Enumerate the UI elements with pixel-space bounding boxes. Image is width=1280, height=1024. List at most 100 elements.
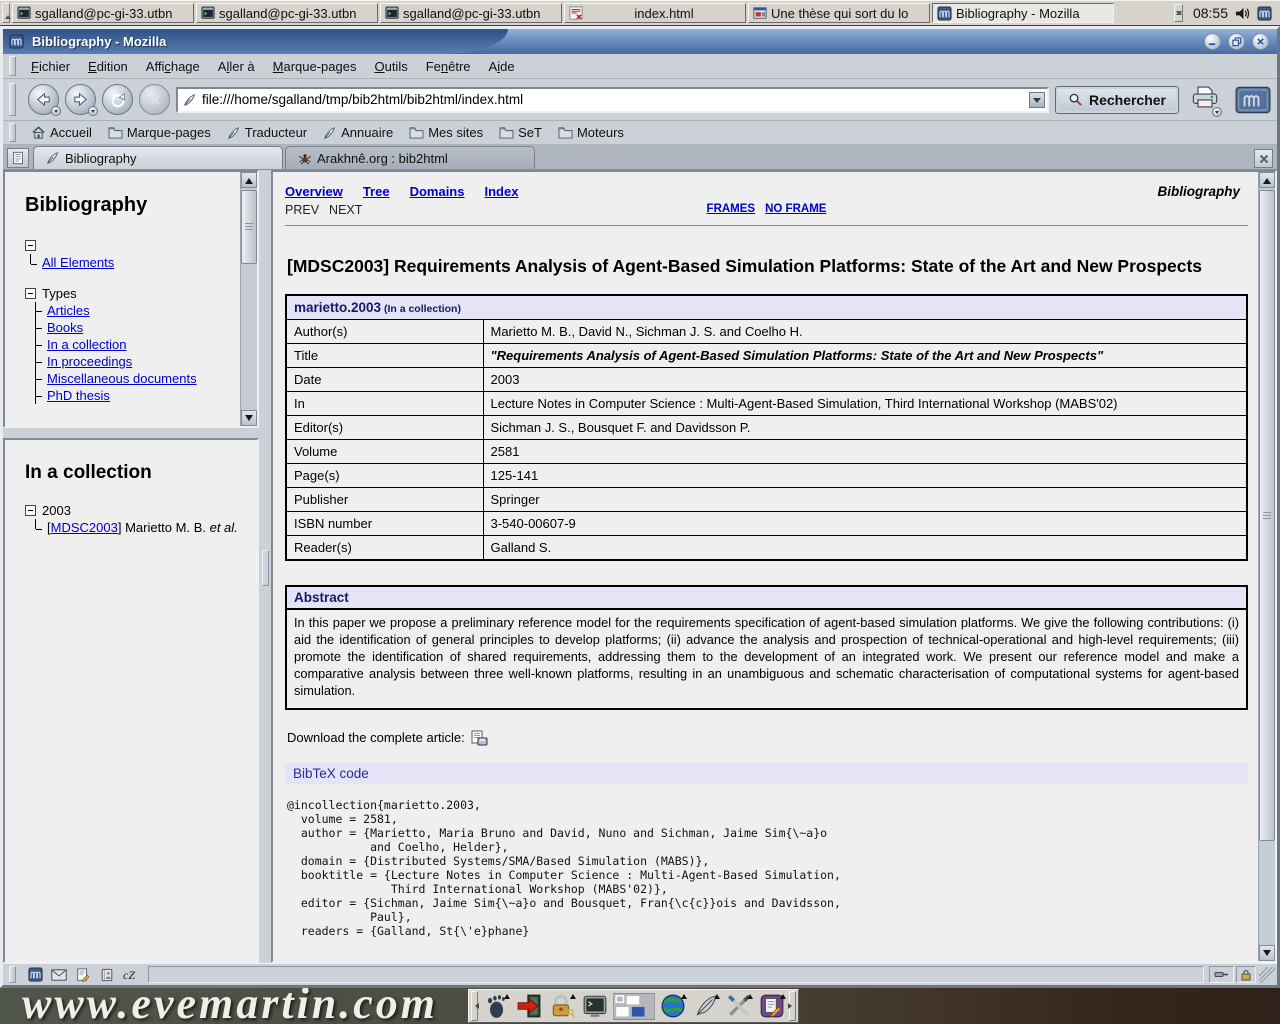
sidebar-frame-splitter[interactable] xyxy=(3,428,259,438)
scrollbar-track[interactable] xyxy=(241,188,257,410)
feather-launcher[interactable] xyxy=(689,990,722,1022)
bookmark-accueil[interactable]: Accueil xyxy=(24,123,99,142)
tools-launcher[interactable] xyxy=(722,990,755,1022)
logout-launcher[interactable] xyxy=(512,990,545,1022)
doc-link-tree[interactable]: Tree xyxy=(363,184,390,199)
seclock-indicator[interactable] xyxy=(1236,966,1256,983)
bookmark-moteurs[interactable]: Moteurs xyxy=(551,123,631,142)
search-button[interactable]: Rechercher xyxy=(1055,86,1179,114)
menu-outils[interactable]: Outils xyxy=(365,56,416,77)
taskbar-button-sgalland-pc-gi-33-utbn[interactable]: sgalland@pc-gi-33.utbn xyxy=(12,3,194,23)
tab-list-button[interactable] xyxy=(7,148,29,168)
maximize-button[interactable] xyxy=(1228,33,1245,50)
main-scrollbar-thumb[interactable] xyxy=(1259,190,1275,841)
collapse-toggle[interactable] xyxy=(25,240,36,251)
bookmark-annuaire[interactable]: Annuaire xyxy=(316,123,400,142)
print-button[interactable] xyxy=(1191,84,1219,115)
collapse-toggle-year[interactable] xyxy=(25,505,36,516)
composer-component-button[interactable] xyxy=(71,966,95,984)
frames-link[interactable]: FRAMES xyxy=(707,203,756,215)
gnome-menu-launcher[interactable] xyxy=(479,990,512,1022)
bookmark-set[interactable]: SeT xyxy=(492,123,549,142)
url-bar[interactable]: file:///home/sgalland/tmp/bib2html/bib2h… xyxy=(176,87,1049,113)
tab-bibliography[interactable]: Bibliography xyxy=(33,146,283,169)
menu-aide[interactable]: Aide xyxy=(480,56,524,77)
statusbar-grippy[interactable] xyxy=(9,966,16,983)
taskbar-hide-handle[interactable] xyxy=(2,3,10,23)
menu-affichage[interactable]: Affichage xyxy=(137,56,209,77)
navigator-component-button[interactable] xyxy=(23,966,47,984)
taskbar-button-index-html[interactable]: index.html xyxy=(564,3,746,23)
bookmark-marque-pages[interactable]: Marque-pages xyxy=(101,123,218,142)
forward-button[interactable] xyxy=(65,84,96,115)
main-scroll-up[interactable] xyxy=(1259,172,1275,188)
collapse-toggle-types[interactable] xyxy=(25,288,36,299)
resize-grip[interactable] xyxy=(1259,967,1275,983)
sidebar-link-articles[interactable]: Articles xyxy=(47,303,90,318)
back-button[interactable] xyxy=(28,84,59,115)
navbar-grippy[interactable] xyxy=(9,83,16,116)
bookmark-mes-sites[interactable]: Mes sites xyxy=(402,123,490,142)
print-dropdown[interactable] xyxy=(1212,107,1222,117)
lock-screen-launcher[interactable] xyxy=(545,990,578,1022)
close-tab-button[interactable] xyxy=(1254,149,1273,168)
sidebar-entry-link[interactable]: MDSC2003 xyxy=(51,520,118,535)
download-article-icon[interactable] xyxy=(470,730,488,746)
menu-marque-pages[interactable]: Marque-pages xyxy=(264,56,366,77)
sidebar-link-phd-thesis[interactable]: PhD thesis xyxy=(47,388,110,403)
taskbar-button-bibliography-mozilla[interactable]: Bibliography - Mozilla xyxy=(932,3,1114,23)
bookmark-traducteur[interactable]: Traducteur xyxy=(220,123,314,142)
doc-link-overview[interactable]: Overview xyxy=(285,184,343,199)
taskbar-separator[interactable] xyxy=(1174,4,1183,22)
offline-indicator[interactable] xyxy=(1209,966,1234,983)
doc-link-domains[interactable]: Domains xyxy=(410,184,465,199)
notes-launcher[interactable] xyxy=(755,990,788,1022)
terminal-panel-launcher[interactable] xyxy=(578,990,611,1022)
mozilla-logo[interactable] xyxy=(1235,86,1271,114)
menu-aller[interactable]: Aller à xyxy=(209,56,264,77)
titlebar[interactable]: Bibliography - Mozilla xyxy=(3,29,1277,54)
reload-button[interactable] xyxy=(102,84,133,115)
doc-link-index[interactable]: Index xyxy=(484,184,518,199)
noframe-link[interactable]: NO FRAME xyxy=(765,203,826,215)
menu-edition[interactable]: Edition xyxy=(79,56,137,77)
url-history-dropdown[interactable] xyxy=(1029,92,1045,108)
back-dropdown[interactable] xyxy=(51,106,61,116)
scroll-up-button[interactable] xyxy=(241,172,257,188)
sidebar-link-all-elements[interactable]: All Elements xyxy=(42,255,114,270)
url-text[interactable]: file:///home/sgalland/tmp/bib2html/bib2h… xyxy=(202,92,1024,107)
minimize-icon xyxy=(1208,37,1217,46)
chatzilla-component-button[interactable]: cZ xyxy=(119,966,143,984)
taskbar-button-sgalland-pc-gi-33-utbn[interactable]: sgalland@pc-gi-33.utbn xyxy=(196,3,378,23)
sidebar-link-in-proceedings[interactable]: In proceedings xyxy=(47,354,132,369)
main-scroll-down[interactable] xyxy=(1259,945,1275,961)
stop-button[interactable] xyxy=(139,84,170,115)
mail-component-button[interactable] xyxy=(47,966,71,984)
pager-launcher[interactable] xyxy=(611,990,656,1022)
bookmarks-grippy[interactable] xyxy=(9,123,16,141)
addressbook-component-button[interactable] xyxy=(95,966,119,984)
scrollbar-thumb[interactable] xyxy=(241,190,257,264)
taskbar-button-sgalland-pc-gi-33-utbn[interactable]: sgalland@pc-gi-33.utbn xyxy=(380,3,562,23)
scroll-down-button[interactable] xyxy=(241,410,257,426)
tray-mozilla-icon[interactable] xyxy=(1257,6,1272,21)
menu-fen-tre[interactable]: Fenêtre xyxy=(417,56,480,77)
sidebar-link-miscellaneous-documents[interactable]: Miscellaneous documents xyxy=(47,371,197,386)
menubar-grippy[interactable] xyxy=(9,56,16,75)
taskbar-button-une-th-se-qui-sort-du-lo[interactable]: Une thèse qui sort du lo xyxy=(748,3,930,23)
download-line: Download the complete article: xyxy=(287,730,1248,746)
sidebar-link-in-a-collection[interactable]: In a collection xyxy=(47,337,127,352)
main-scrollbar-track[interactable] xyxy=(1259,188,1275,945)
sidebar-link-books[interactable]: Books xyxy=(47,320,83,335)
tab-arakhn-org-bib2html[interactable]: Arakhnê.org : bib2html xyxy=(285,146,535,169)
close-button[interactable] xyxy=(1252,33,1269,50)
panel-hide-left[interactable] xyxy=(471,991,478,1021)
menu-fichier[interactable]: Fichier xyxy=(22,56,79,77)
forward-dropdown[interactable] xyxy=(88,106,98,116)
sidebar-splitter[interactable] xyxy=(259,170,271,963)
url-bookmark-icon[interactable] xyxy=(183,93,197,107)
panel-hide-right[interactable] xyxy=(789,991,796,1021)
speaker-icon[interactable] xyxy=(1234,6,1251,21)
minimize-button[interactable] xyxy=(1204,33,1221,50)
globe-launcher[interactable] xyxy=(656,990,689,1022)
